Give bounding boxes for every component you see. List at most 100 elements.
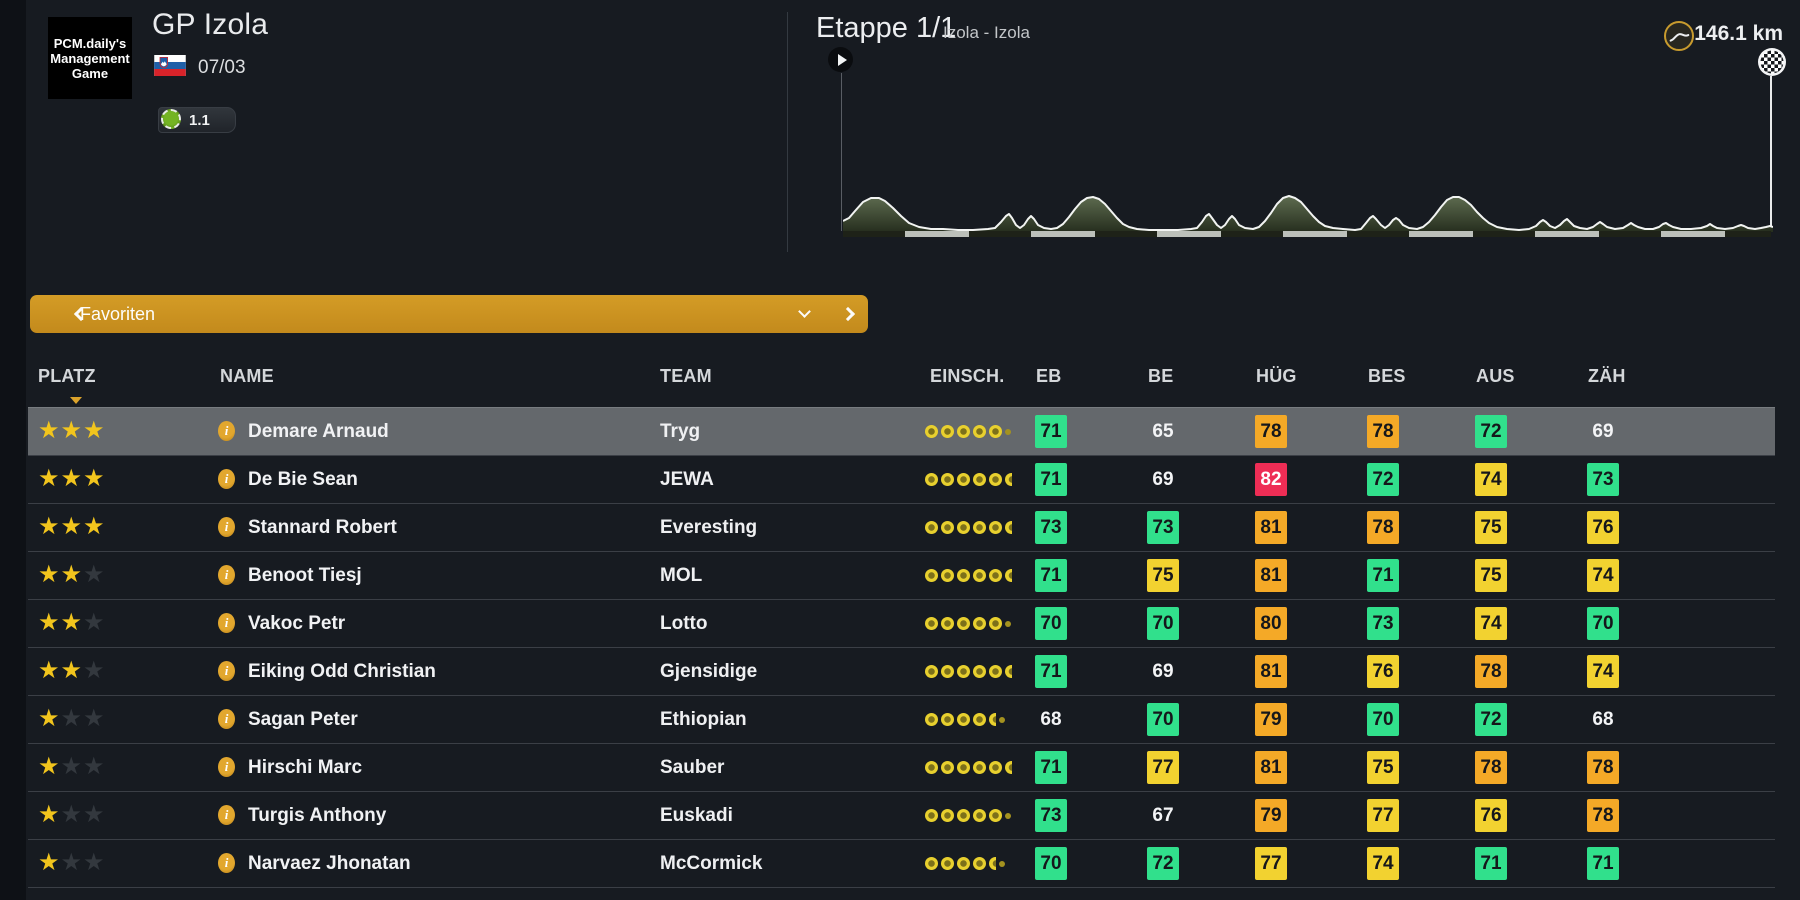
einsch-rating — [925, 456, 1012, 503]
stat-value: 78 — [1475, 655, 1507, 688]
stat-value: 72 — [1475, 703, 1507, 736]
einsch-dot-icon — [941, 569, 954, 582]
star-icon-active: ★ — [38, 849, 61, 876]
einsch-dot-icon — [973, 809, 986, 822]
star-icon-inactive: ★ — [83, 849, 106, 876]
stat-value: 81 — [1255, 655, 1287, 688]
stat-value: 71 — [1035, 751, 1067, 784]
einsch-dot-icon — [957, 473, 970, 486]
star-rating: ★★★ — [38, 753, 106, 781]
stat-value: 80 — [1255, 607, 1287, 640]
table-row[interactable]: ★★★ i Benoot Tiesj MOL 71 75 81 71 75 74 — [28, 552, 1775, 600]
stat-value: 71 — [1587, 847, 1619, 880]
einsch-dot-icon — [941, 761, 954, 774]
info-icon[interactable]: i — [218, 757, 235, 777]
info-icon[interactable]: i — [218, 613, 235, 633]
einsch-half-dot-icon — [1005, 521, 1012, 534]
stat-value: 73 — [1147, 511, 1179, 544]
star-icon-active: ★ — [60, 609, 84, 636]
header-name[interactable]: NAME — [220, 366, 274, 387]
star-icon-active: ★ — [60, 561, 84, 588]
einsch-dot-icon — [973, 761, 986, 774]
einsch-rating — [925, 600, 1011, 647]
stage-distance: 146.1 km — [1694, 22, 1783, 45]
dropdown-chevron-icon[interactable] — [798, 305, 811, 318]
einsch-half-dot-icon — [1005, 665, 1012, 678]
header-be[interactable]: BE — [1148, 366, 1173, 387]
einsch-dot-icon — [989, 665, 1002, 678]
elevation-profile — [843, 195, 1773, 232]
star-rating: ★★★ — [38, 705, 106, 733]
header-bes[interactable]: BES — [1368, 366, 1406, 387]
table-row[interactable]: ★★★ i Narvaez Jhonatan McCormick 70 72 77 7… — [28, 840, 1775, 888]
stat-value: 75 — [1475, 511, 1507, 544]
stat-value: 65 — [1152, 420, 1174, 442]
panel-divider — [787, 12, 788, 252]
header-zah[interactable]: ZÄH — [1588, 366, 1626, 387]
info-icon[interactable]: i — [218, 805, 235, 825]
einsch-dot-icon — [925, 521, 938, 534]
table-row[interactable]: ★★★ i Eiking Odd Christian Gjensidige 71… — [28, 648, 1775, 696]
einsch-dot-icon — [941, 617, 954, 630]
info-icon[interactable]: i — [218, 853, 235, 873]
stat-value: 67 — [1152, 804, 1174, 826]
einsch-dot-icon — [941, 473, 954, 486]
star-icon-active: ★ — [38, 753, 61, 780]
info-icon[interactable]: i — [218, 661, 235, 681]
stat-value: 70 — [1587, 607, 1619, 640]
einsch-dot-icon — [973, 617, 986, 630]
table-row[interactable]: ★★★ i Stannard Robert Everesting 73 73 81 7… — [28, 504, 1775, 552]
rider-name: Stannard Robert — [248, 517, 397, 538]
einsch-dot-icon — [973, 713, 986, 726]
einsch-rating — [925, 648, 1012, 695]
einsch-dot-icon — [957, 425, 970, 438]
star-rating: ★★★ — [38, 609, 106, 637]
team-name: JEWA — [660, 469, 714, 490]
favorites-bar[interactable]: Favoriten — [30, 295, 868, 333]
next-chevron-icon[interactable] — [840, 306, 856, 322]
header-einsch[interactable]: EINSCH. — [930, 366, 1004, 387]
info-icon[interactable]: i — [218, 709, 235, 729]
einsch-dot-icon — [973, 473, 986, 486]
header-eb[interactable]: EB — [1036, 366, 1061, 387]
team-name: Gjensidige — [660, 661, 758, 682]
einsch-dot-icon — [941, 665, 954, 678]
einsch-dot-icon — [925, 569, 938, 582]
einsch-dot-icon — [989, 473, 1002, 486]
einsch-small-dot-icon — [999, 860, 1005, 867]
header-team[interactable]: TEAM — [660, 366, 712, 387]
play-button[interactable] — [828, 47, 853, 72]
star-rating: ★★★ — [38, 657, 106, 685]
table-row[interactable]: ★★★ i De Bie Sean JEWA 71 69 82 72 74 73 — [28, 456, 1775, 504]
header-platz[interactable]: PLATZ — [38, 366, 96, 387]
header-hug[interactable]: HÜG — [1256, 366, 1297, 387]
category-badge: 1.1 — [158, 107, 236, 133]
einsch-dot-icon — [973, 425, 986, 438]
einsch-dot-icon — [989, 617, 1002, 630]
stat-value: 74 — [1475, 607, 1507, 640]
einsch-dot-icon — [989, 761, 1002, 774]
stat-value: 70 — [1147, 703, 1179, 736]
table-row[interactable]: ★★★ i Hirschi Marc Sauber 71 77 81 75 78 78 — [28, 744, 1775, 792]
star-icon-inactive: ★ — [83, 705, 106, 732]
info-icon[interactable]: i — [218, 469, 235, 489]
star-icon-inactive: ★ — [60, 849, 84, 876]
table-row[interactable]: ★★★ i Sagan Peter Ethiopian 68 70 79 70 72 68 — [28, 696, 1775, 744]
table-row[interactable]: ★★★ i Turgis Anthony Euskadi 73 67 79 77 76 7… — [28, 792, 1775, 840]
star-icon-inactive: ★ — [60, 801, 84, 828]
einsch-dot-icon — [957, 569, 970, 582]
info-icon[interactable]: i — [218, 517, 235, 537]
einsch-dot-icon — [941, 857, 954, 870]
einsch-small-dot-icon — [1005, 428, 1011, 435]
table-row[interactable]: ★★★ i Vakoc Petr Lotto 70 70 80 73 74 70 — [28, 600, 1775, 648]
table-row[interactable]: ★★★ i Demare Arnaud Tryg 71 65 78 78 72 69 — [28, 407, 1775, 456]
stat-value: 76 — [1367, 655, 1399, 688]
logo-line: Game — [71, 65, 109, 81]
info-icon[interactable]: i — [218, 565, 235, 585]
team-name: Everesting — [660, 517, 758, 538]
stat-value: 79 — [1255, 703, 1287, 736]
rider-name: Sagan Peter — [248, 709, 358, 730]
info-icon[interactable]: i — [218, 421, 235, 441]
header-aus[interactable]: AUS — [1476, 366, 1515, 387]
star-icon-active: ★ — [60, 465, 84, 492]
